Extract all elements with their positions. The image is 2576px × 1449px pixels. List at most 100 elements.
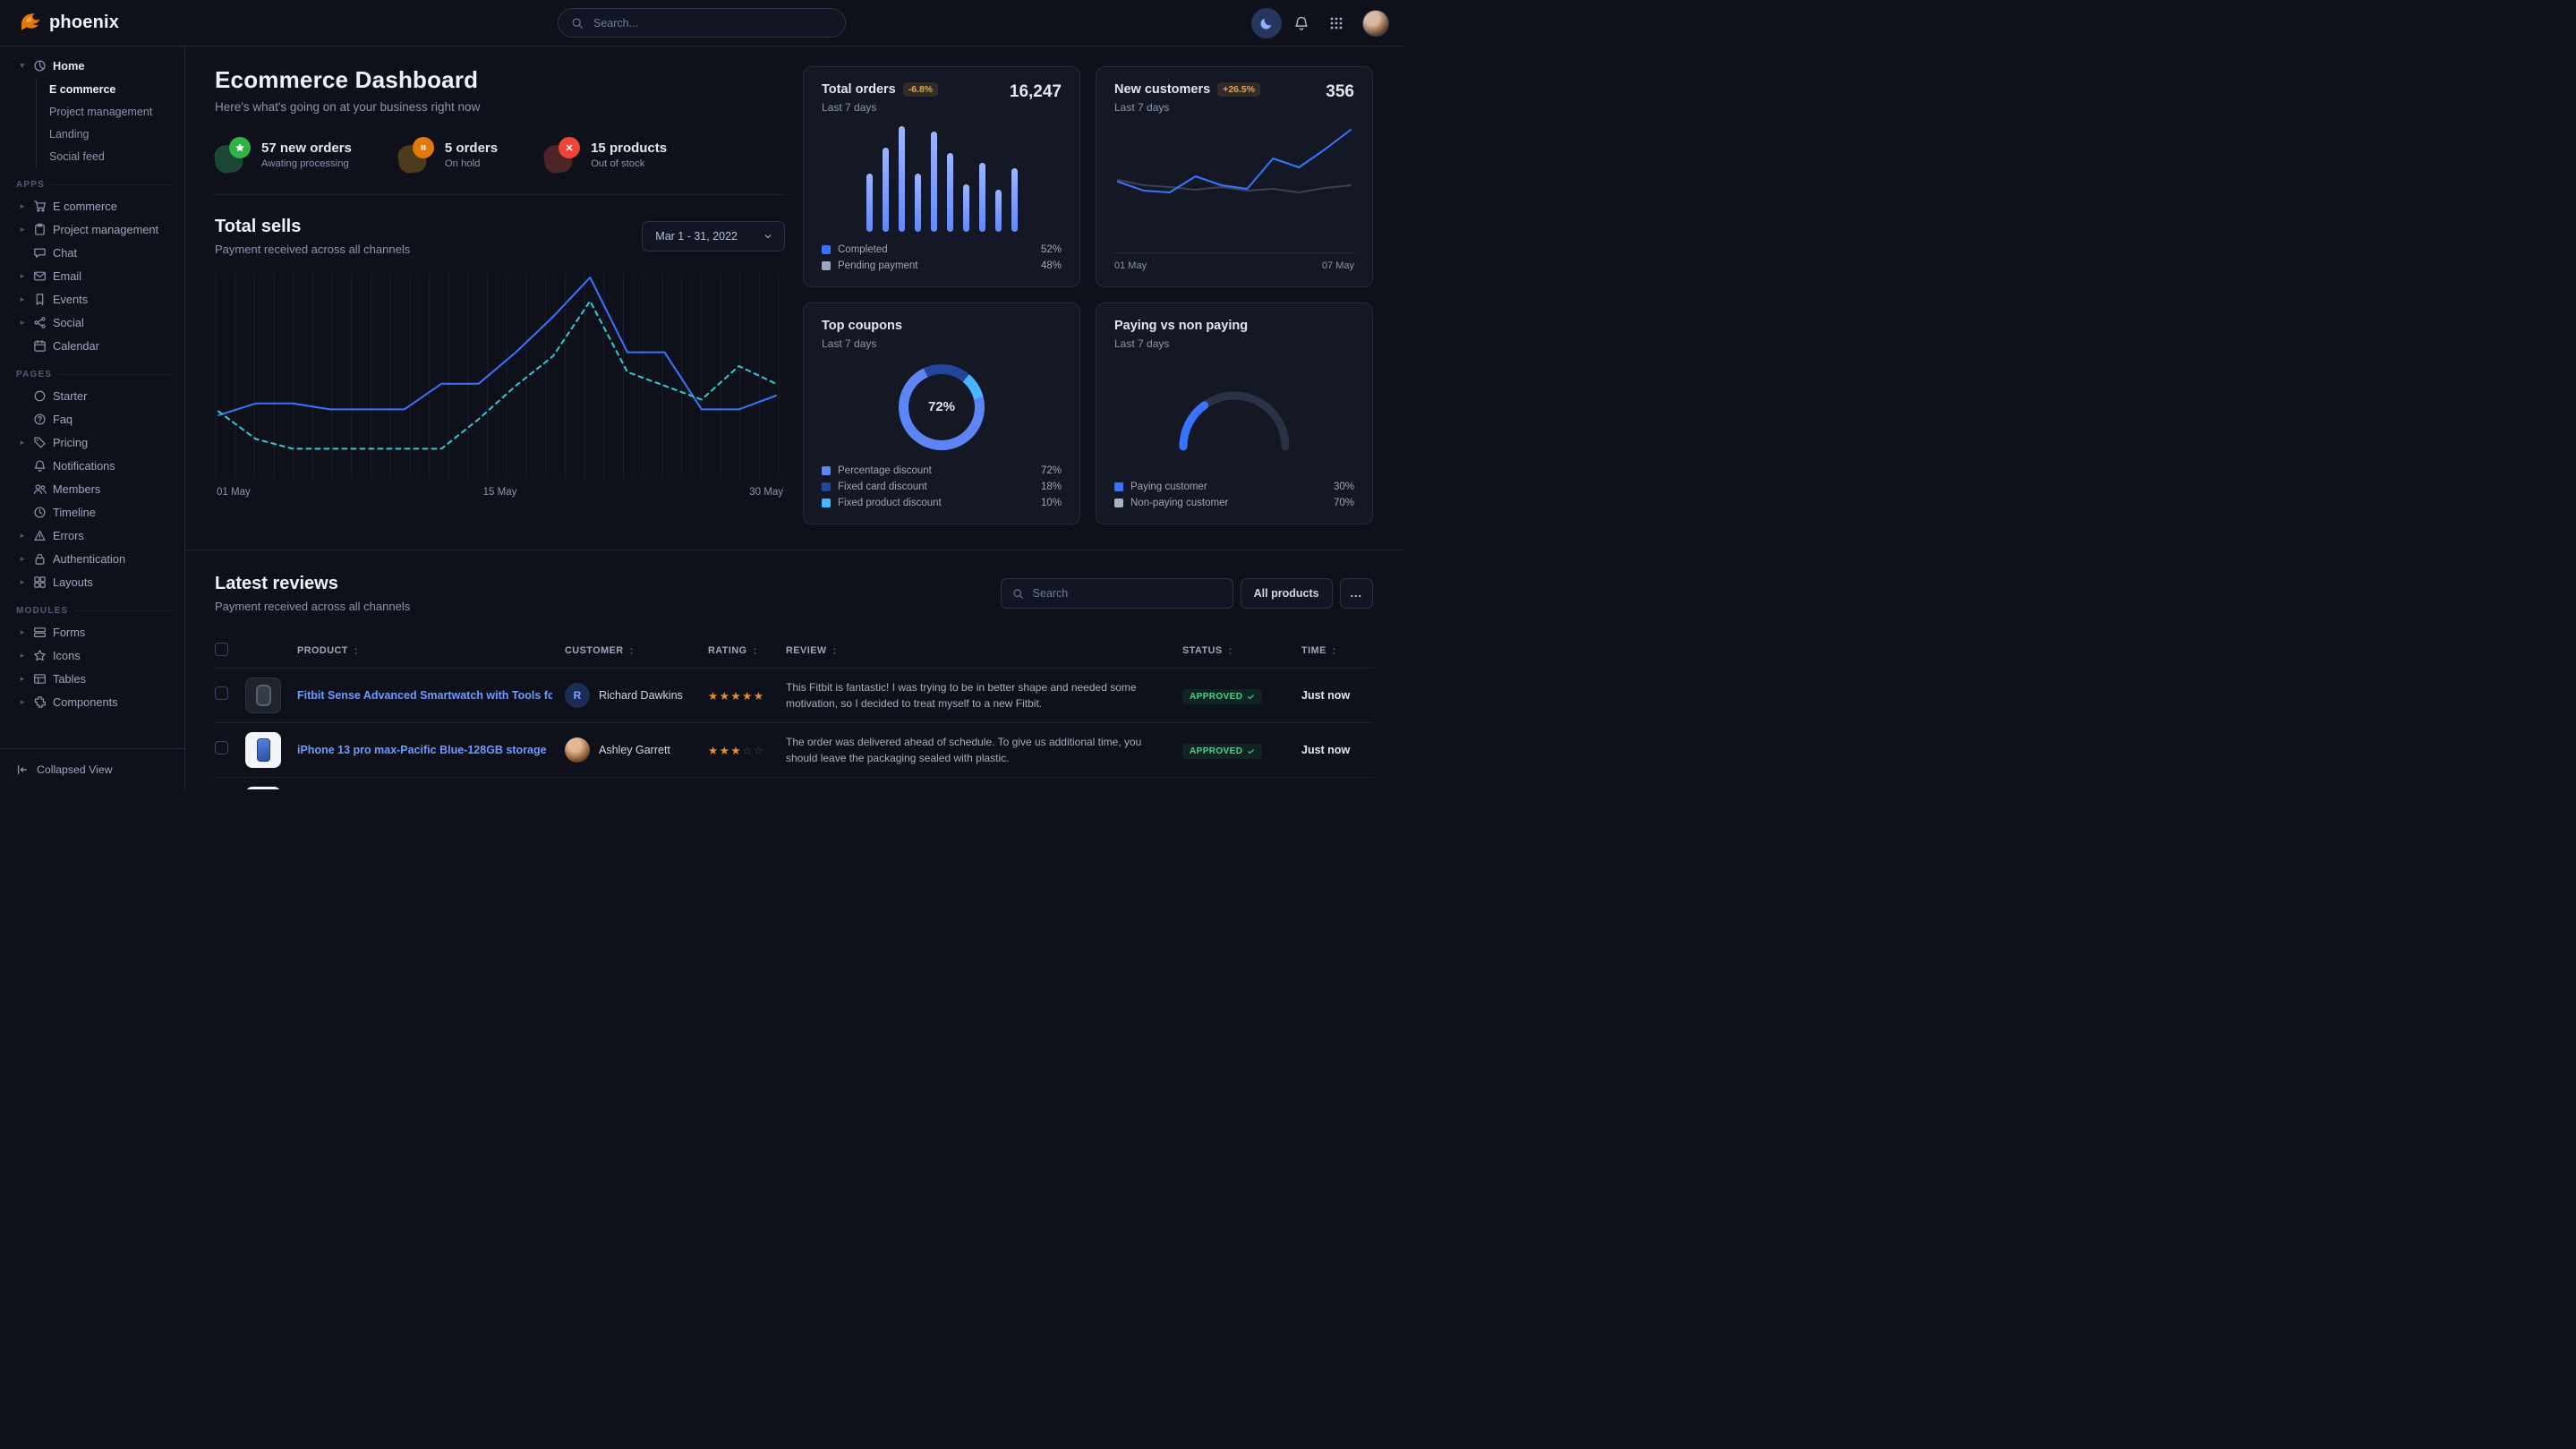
row-checkbox[interactable] <box>215 741 228 754</box>
page-title: Ecommerce Dashboard <box>215 66 785 94</box>
bar <box>947 153 953 233</box>
clipboard-icon <box>33 223 47 236</box>
stat-value: 57 new orders <box>261 141 352 156</box>
sidebar-item-icons[interactable]: ▸Icons <box>13 644 177 667</box>
legend-swatch <box>1114 482 1123 491</box>
grid-dots-icon <box>1329 16 1343 30</box>
global-search-box[interactable] <box>558 8 846 38</box>
sidebar-item-notifications[interactable]: ▸Notifications <box>13 454 177 477</box>
sidebar-item-email[interactable]: ▸Email <box>13 264 177 287</box>
user-avatar[interactable] <box>1362 10 1389 37</box>
alert-icon <box>33 529 47 542</box>
sidebar-item-calendar[interactable]: ▸Calendar <box>13 334 177 357</box>
notifications-button[interactable] <box>1286 8 1317 38</box>
reviews-table-body: Fitbit Sense Advanced Smartwatch with To… <box>215 668 1373 777</box>
x-label: 07 May <box>1322 260 1354 271</box>
column-header-review[interactable]: REVIEW <box>786 645 1182 656</box>
legend-value: 48% <box>1041 260 1062 271</box>
date-range-select[interactable]: Mar 1 - 31, 2022 <box>642 221 785 251</box>
sidebar-item-components[interactable]: ▸Components <box>13 690 177 713</box>
sidebar-item-social[interactable]: ▸Social <box>13 311 177 334</box>
sidebar-item-pricing[interactable]: ▸Pricing <box>13 430 177 454</box>
product-thumbnail <box>245 787 281 789</box>
top-navbar: phoenix <box>0 0 1403 47</box>
sidebar-item-timeline[interactable]: ▸Timeline <box>13 500 177 524</box>
star-icon <box>33 649 47 662</box>
sidebar-item-starter[interactable]: ▸Starter <box>13 384 177 407</box>
select-all-checkbox[interactable] <box>215 643 228 656</box>
brand[interactable]: phoenix <box>18 9 119 38</box>
sort-icon <box>627 646 636 656</box>
sidebar-item-faq[interactable]: ▸Faq <box>13 407 177 430</box>
stat-on-hold: 5 ordersOn hold <box>398 137 498 173</box>
sidebar-item-label: Faq <box>53 413 73 426</box>
product-link[interactable]: Fitbit Sense Advanced Smartwatch with To… <box>297 689 552 702</box>
card-period: Last 7 days <box>1114 101 1260 114</box>
column-header-status[interactable]: STATUS <box>1182 645 1301 656</box>
change-badge: +26.5% <box>1217 82 1260 97</box>
row-checkbox[interactable] <box>215 686 228 700</box>
review-text: This Fitbit is fantastic! I was trying t… <box>786 679 1182 712</box>
phoenix-logo-icon <box>18 9 42 38</box>
caret-icon: ▸ <box>18 531 27 541</box>
product-link[interactable]: iPhone 13 pro max-Pacific Blue-128GB sto… <box>297 744 552 756</box>
sidebar-item-home[interactable]: ▸Home <box>13 54 177 77</box>
global-search-input[interactable] <box>592 16 832 30</box>
legend-non-paying-customer: Non-paying customer70% <box>1114 498 1354 508</box>
sidebar-item-e-commerce[interactable]: E commerce <box>37 78 177 100</box>
column-header-time[interactable]: TIME <box>1301 645 1373 656</box>
date-range-value: Mar 1 - 31, 2022 <box>655 230 738 243</box>
sort-icon <box>750 646 760 656</box>
legend-value: 30% <box>1334 482 1354 492</box>
grid-icon <box>33 575 47 589</box>
sidebar-item-tables[interactable]: ▸Tables <box>13 667 177 690</box>
total-sells-header: Total sells Payment received across all … <box>215 194 785 256</box>
change-badge: -6.8% <box>903 82 938 97</box>
legend-completed: Completed52% <box>822 244 1062 255</box>
total-sells-line-chart <box>215 272 785 480</box>
x-label: 30 May <box>749 487 783 498</box>
sidebar-item-label: Home <box>53 59 85 72</box>
search-icon <box>571 17 584 30</box>
sidebar-item-chat[interactable]: ▸Chat <box>13 241 177 264</box>
sidebar-item-events[interactable]: ▸Events <box>13 287 177 311</box>
legend-swatch <box>822 482 831 491</box>
reviews-search-input[interactable] <box>1031 586 1222 601</box>
stat-out-of-stock: 15 productsOut of stock <box>544 137 667 173</box>
all-products-button[interactable]: All products <box>1241 578 1333 609</box>
sidebar-item-project-management[interactable]: ▸Project management <box>13 217 177 241</box>
legend-label: Non-paying customer <box>1130 498 1228 508</box>
caret-icon: ▸ <box>18 697 27 707</box>
check-icon <box>1247 693 1255 701</box>
apps-menu-button[interactable] <box>1321 8 1352 38</box>
collapsed-view-label: Collapsed View <box>37 763 113 776</box>
column-header-customer[interactable]: CUSTOMER <box>565 645 708 656</box>
reviews-search-box[interactable] <box>1001 578 1233 609</box>
sort-icon <box>1329 646 1339 656</box>
sidebar-item-errors[interactable]: ▸Errors <box>13 524 177 547</box>
caret-icon: ▸ <box>18 294 27 304</box>
sidebar-item-layouts[interactable]: ▸Layouts <box>13 570 177 593</box>
legend-swatch <box>1114 499 1123 507</box>
sidebar-item-label: Social <box>53 316 84 329</box>
column-header-rating[interactable]: RATING <box>708 645 786 656</box>
new-customers-card: New customers +26.5% Last 7 days 356 01 … <box>1096 66 1373 287</box>
theme-toggle-button[interactable] <box>1251 8 1282 38</box>
sidebar-item-landing[interactable]: Landing <box>37 123 177 145</box>
sidebar-item-members[interactable]: ▸Members <box>13 477 177 500</box>
bar <box>963 184 969 232</box>
more-options-button[interactable]: ... <box>1340 578 1373 609</box>
column-header-product[interactable]: PRODUCT <box>297 645 565 656</box>
donut-center-value: 72% <box>928 399 955 414</box>
sidebar-item-forms[interactable]: ▸Forms <box>13 620 177 644</box>
new-customers-value: 356 <box>1326 82 1354 102</box>
collapsed-view-toggle[interactable]: Collapsed View <box>0 748 184 789</box>
product-thumbnail-phone <box>245 732 281 768</box>
sidebar-item-authentication[interactable]: ▸Authentication <box>13 547 177 570</box>
sidebar-item-social-feed[interactable]: Social feed <box>37 145 177 167</box>
sidebar-item-e-commerce[interactable]: ▸E commerce <box>13 194 177 217</box>
table-row: Fitbit Sense Advanced Smartwatch with To… <box>215 668 1373 722</box>
sidebar-item-project-management[interactable]: Project management <box>37 100 177 123</box>
customer-name: Ashley Garrett <box>599 744 670 756</box>
bar <box>883 148 889 232</box>
